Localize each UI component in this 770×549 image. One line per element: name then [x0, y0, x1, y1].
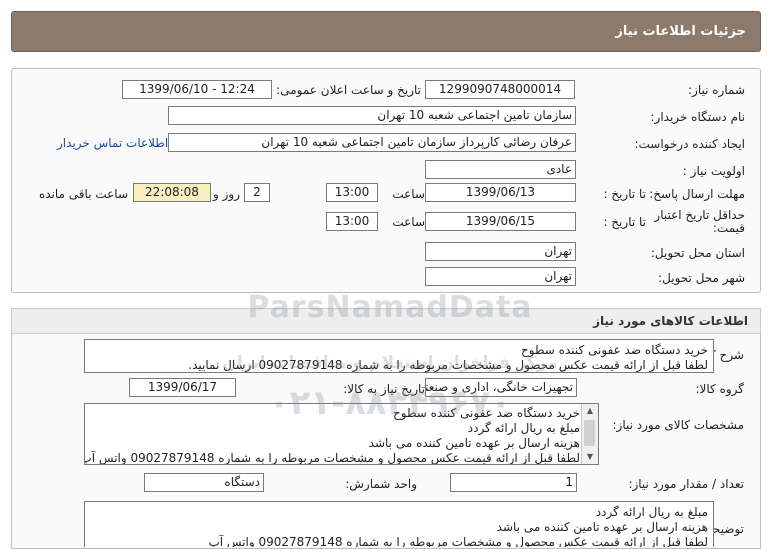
creator-field: عرفان رضائی کارپرداز سازمان تامین اجتماع…	[168, 133, 576, 152]
notes-line: مبلغ به ریال ارائه گردد	[595, 505, 708, 519]
specs-line: خرید دستگاه ضد عفونی کننده سطوح	[393, 406, 580, 420]
province-field: تهران	[425, 242, 576, 261]
buyer-contact-link[interactable]: اطلاعات تماس خریدار	[57, 136, 168, 150]
validity-to-date-label: تا تاریخ :	[603, 215, 646, 229]
notes-line: لطفا قبل از ارائه قیمت عکس محصول و مشخصا…	[208, 535, 708, 547]
buyer-org-field: سازمان تامین اجتماعی شعبه 10 تهران	[168, 106, 576, 125]
page-title-bar: جزئیات اطلاعات نیاز	[11, 11, 761, 52]
page-title: جزئیات اطلاعات نیاز	[615, 24, 746, 39]
specs-textarea[interactable]: خرید دستگاه ضد عفونی کننده سطوح مبلغ به …	[84, 403, 599, 465]
need-info-panel	[11, 68, 761, 293]
buyer-notes-field: مبلغ به ریال ارائه گردد هزینه ارسال بر ع…	[84, 501, 714, 547]
validity-time-label: ساعت	[392, 215, 425, 229]
goods-section-header: اطلاعات کالاهای مورد نیاز	[11, 308, 761, 334]
province-label: استان محل تحویل:	[650, 246, 745, 260]
specs-scrollbar[interactable]: ▲ ▼	[581, 404, 598, 464]
summary-field: خرید دستگاه ضد عفونی کننده سطوح لطفا قبل…	[84, 339, 714, 373]
unit-label: واحد شمارش:	[345, 477, 417, 491]
validity-time-field: 13:00	[326, 212, 378, 231]
days-label: روز و	[213, 187, 240, 201]
goods-group-field: تجهیزات خانگی، اداری و صنعتی	[425, 378, 577, 397]
goods-section-title: اطلاعات کالاهای مورد نیاز	[593, 314, 748, 328]
priority-field: عادی	[425, 160, 576, 179]
announce-label: تاریخ و ساعت اعلان عمومی:	[276, 83, 421, 97]
specs-line: هزینه ارسال بر عهده تامین کننده می باشد	[368, 436, 580, 450]
buyer-org-label: نام دستگاه خریدار:	[650, 110, 746, 124]
price-validity-label-2: قیمت:	[712, 221, 745, 235]
creator-label: ایجاد کننده درخواست:	[634, 137, 745, 151]
announce-datetime-field: 1399/06/10 - 12:24	[122, 80, 272, 99]
summary-line: خرید دستگاه ضد عفونی کننده سطوح	[521, 343, 708, 357]
need-date-label: تاریخ نیاز به کالا:	[343, 382, 425, 396]
need-number-label: شماره نیاز:	[688, 83, 745, 97]
notes-line: هزینه ارسال بر عهده تامین کننده می باشد	[496, 520, 708, 534]
specs-label: مشخصات کالای مورد نیاز:	[612, 418, 744, 432]
specs-line: مبلغ به ریال ارائه گردد	[467, 421, 580, 435]
reply-deadline-label: مهلت ارسال پاسخ:	[649, 187, 745, 201]
priority-label: اولویت نیاز :	[682, 164, 745, 178]
unit-field: دستگاه	[144, 473, 264, 492]
need-number-field: 1299090748000014	[425, 80, 575, 99]
quantity-label: تعداد / مقدار مورد نیاز:	[628, 477, 744, 491]
summary-line: لطفا قبل از ارائه قیمت عکس محصول و مشخصا…	[188, 358, 708, 372]
scroll-thumb[interactable]	[584, 420, 595, 446]
reply-date-field: 1399/06/13	[425, 183, 576, 202]
triangle-up-icon[interactable]: ▲	[582, 404, 598, 418]
triangle-down-icon[interactable]: ▼	[582, 450, 598, 464]
city-field: تهران	[425, 267, 576, 286]
goods-group-label: گروه کالا:	[695, 382, 745, 396]
remaining-days-field: 2	[244, 183, 270, 202]
city-label: شهر محل تحویل:	[658, 271, 745, 285]
specs-line: لطفا قبل از ارائه قیمت عکس محصول و مشخصا…	[84, 451, 580, 465]
need-date-field: 1399/06/17	[129, 378, 236, 397]
remaining-label: ساعت باقی مانده	[38, 187, 128, 201]
reply-time-field: 13:00	[326, 183, 378, 202]
price-validity-label: حداقل تاریخ اعتبار	[654, 208, 745, 222]
validity-date-field: 1399/06/15	[425, 212, 576, 231]
remaining-time-field: 22:08:08	[133, 183, 211, 202]
quantity-field: 1	[450, 473, 577, 492]
reply-time-label: ساعت	[392, 187, 425, 201]
reply-to-date-label: تا تاریخ :	[603, 187, 646, 201]
